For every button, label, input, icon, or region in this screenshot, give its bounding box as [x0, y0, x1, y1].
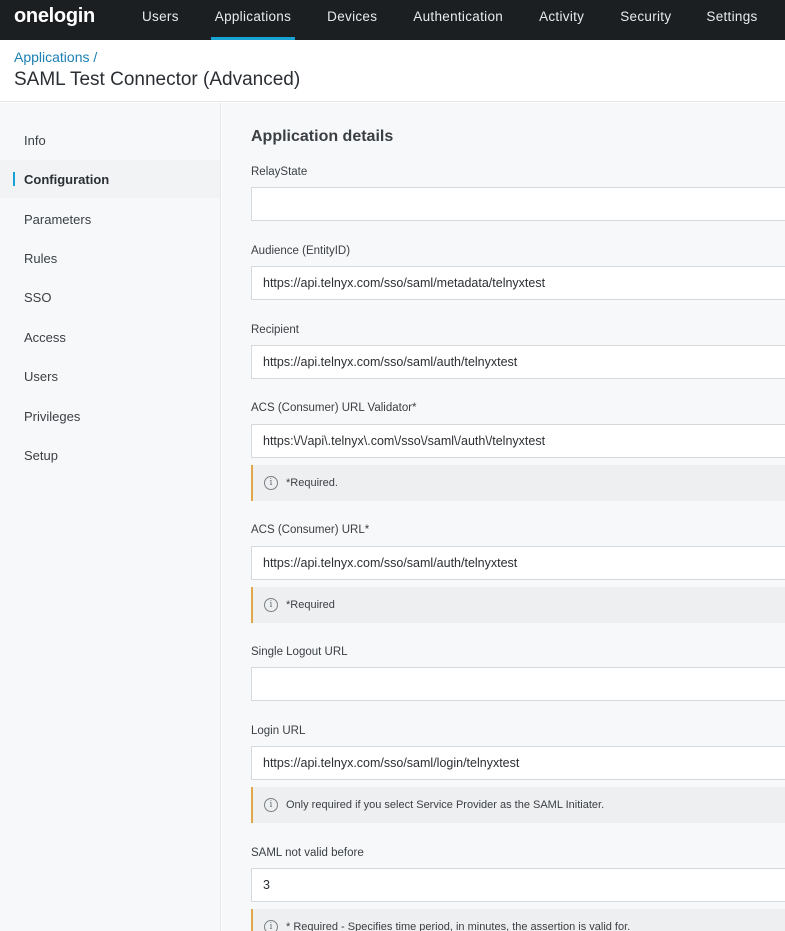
- audience-input[interactable]: [251, 266, 785, 300]
- audience-label: Audience (EntityID): [251, 245, 351, 257]
- acs-validator-label: ACS (Consumer) URL Validator*: [251, 402, 417, 414]
- acs-url-hint-text: *Required: [286, 599, 335, 611]
- nav-authentication[interactable]: Authentication: [413, 0, 503, 40]
- main-content: Application details RelayState Audience …: [222, 103, 785, 931]
- single-logout-input[interactable]: [251, 667, 785, 701]
- section-title: Application details: [251, 128, 394, 145]
- nav-applications[interactable]: Applications: [210, 0, 296, 40]
- not-valid-before-label: SAML not valid before: [251, 847, 364, 859]
- sidebar-item-sso[interactable]: SSO: [0, 278, 220, 316]
- acs-url-label: ACS (Consumer) URL*: [251, 524, 370, 536]
- login-url-hint: i Only required if you select Service Pr…: [251, 787, 785, 823]
- relay-state-label: RelayState: [251, 166, 308, 178]
- acs-validator-hint-text: *Required.: [286, 477, 338, 489]
- login-url-label: Login URL: [251, 725, 306, 737]
- single-logout-label: Single Logout URL: [251, 646, 348, 658]
- info-circle-icon: i: [264, 798, 278, 812]
- acs-url-input[interactable]: [251, 546, 785, 580]
- sidebar-item-setup[interactable]: Setup: [0, 436, 220, 474]
- login-url-input[interactable]: [251, 746, 785, 780]
- sidebar-item-privileges[interactable]: Privileges: [0, 397, 220, 435]
- not-valid-before-hint-text: * Required - Specifies time period, in m…: [286, 921, 631, 931]
- onelogin-logo[interactable]: onelogin: [0, 0, 110, 32]
- recipient-input[interactable]: [251, 345, 785, 379]
- relay-state-input[interactable]: [251, 187, 785, 221]
- sidebar-item-info[interactable]: Info: [0, 121, 220, 159]
- nav-items: Users Applications Devices Authenticatio…: [110, 0, 758, 40]
- nav-users[interactable]: Users: [142, 0, 179, 40]
- info-circle-icon: i: [264, 598, 278, 612]
- info-circle-icon: i: [264, 476, 278, 490]
- page-header: Applications / SAML Test Connector (Adva…: [0, 40, 785, 102]
- breadcrumb-applications[interactable]: Applications /: [14, 49, 97, 65]
- sidebar-item-parameters[interactable]: Parameters: [0, 200, 220, 238]
- info-circle-icon: i: [264, 920, 278, 931]
- sidebar: Info Configuration Parameters Rules SSO …: [0, 103, 221, 931]
- sidebar-item-configuration[interactable]: Configuration: [0, 160, 220, 198]
- top-nav: onelogin Users Applications Devices Auth…: [0, 0, 785, 40]
- sidebar-item-rules[interactable]: Rules: [0, 239, 220, 277]
- login-url-hint-text: Only required if you select Service Prov…: [286, 799, 605, 811]
- acs-validator-input[interactable]: [251, 424, 785, 458]
- nav-security[interactable]: Security: [620, 0, 671, 40]
- nav-devices[interactable]: Devices: [327, 0, 377, 40]
- acs-validator-hint: i *Required.: [251, 465, 785, 501]
- sidebar-item-access[interactable]: Access: [0, 318, 220, 356]
- sidebar-item-users[interactable]: Users: [0, 357, 220, 395]
- not-valid-before-hint: i * Required - Specifies time period, in…: [251, 909, 785, 931]
- nav-activity[interactable]: Activity: [539, 0, 584, 40]
- page-title: SAML Test Connector (Advanced): [14, 69, 301, 90]
- not-valid-before-input[interactable]: [251, 868, 785, 902]
- nav-settings[interactable]: Settings: [706, 0, 757, 40]
- recipient-label: Recipient: [251, 324, 299, 336]
- acs-url-hint: i *Required: [251, 587, 785, 623]
